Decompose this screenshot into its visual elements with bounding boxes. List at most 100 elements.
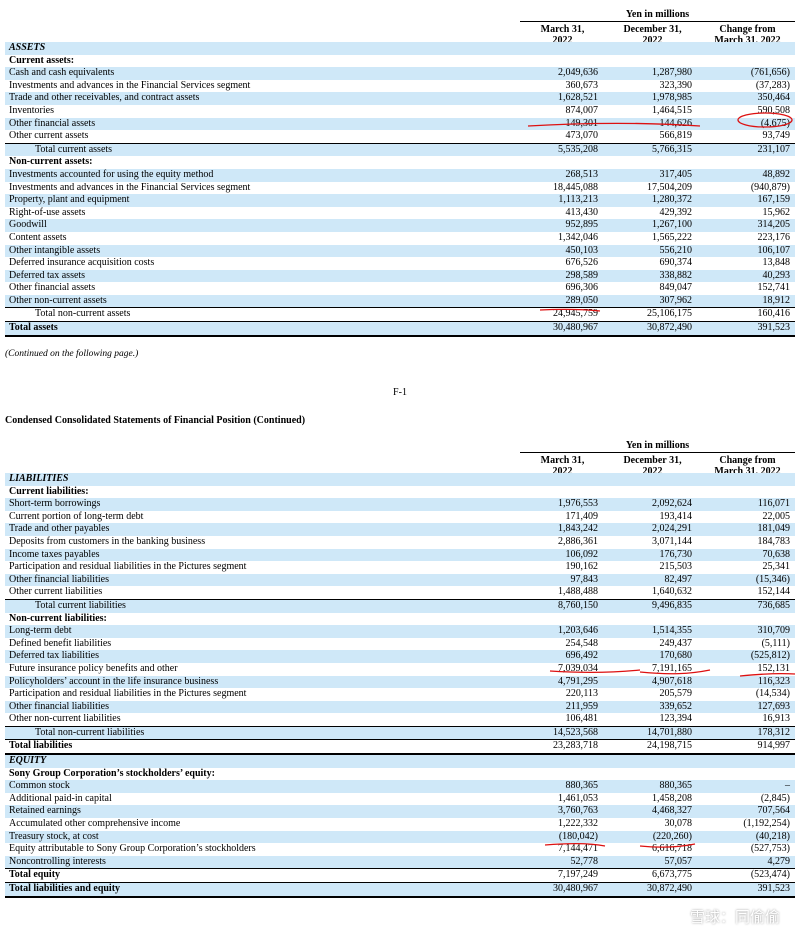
row-label: Cash and cash equivalents xyxy=(9,67,115,79)
yen-label-2: Yen in millions xyxy=(520,440,795,453)
row-label: Goodwill xyxy=(9,219,47,231)
row-label: Current portion of long-term debt xyxy=(9,510,144,522)
table-row: Defined benefit liabilities 254,548 249,43… xyxy=(5,638,795,651)
value-march-2022: 360,673 xyxy=(565,79,599,91)
row-label: Total non-current assets xyxy=(35,308,131,320)
row-label: Property, plant and equipment xyxy=(9,194,130,206)
value-dec-2022: 6,616,718 xyxy=(652,843,692,855)
row-label: Other intangible assets xyxy=(9,244,101,256)
liabilities-table: Yen in millions March 31, 2022 December … xyxy=(5,439,795,898)
row-label: Total current liabilities xyxy=(35,599,126,611)
value-march-2022: 1,628,521 xyxy=(558,92,598,104)
value-change: (40,218) xyxy=(755,830,790,842)
value-march-2022: 30,480,967 xyxy=(553,322,598,334)
table-row: Short-term borrowings 1,976,553 2,092,624 1… xyxy=(5,498,795,511)
value-dec-2022: 144,626 xyxy=(659,117,693,129)
value-dec-2022: 1,458,208 xyxy=(652,792,692,804)
value-change: 70,638 xyxy=(762,548,791,560)
value-march-2022: 696,492 xyxy=(565,650,599,662)
table-row: Total non-current assets 24,945,759 25,106… xyxy=(5,307,795,321)
value-dec-2022: 123,394 xyxy=(659,713,693,725)
liabilities-rows: LIABILITIES Current liabilities: Short-ter… xyxy=(5,473,795,898)
value-march-2022: 874,007 xyxy=(565,104,599,116)
value-dec-2022: 6,673,775 xyxy=(652,869,692,881)
table-row: Investments accounted for using the equi… xyxy=(5,168,795,182)
value-dec-2022: 1,280,372 xyxy=(652,194,692,206)
table-row: Non-current assets: xyxy=(5,156,795,169)
value-dec-2022: 215,503 xyxy=(659,561,693,573)
row-label: Short-term borrowings xyxy=(9,498,101,510)
table-row: Deferred tax assets 298,589 338,882 40,293 xyxy=(5,269,795,283)
value-march-2022: 7,144,471 xyxy=(558,843,598,855)
row-label: Accumulated other comprehensive income xyxy=(9,818,181,830)
value-march-2022: 1,488,488 xyxy=(558,586,598,598)
value-march-2022: 106,481 xyxy=(565,713,599,725)
row-label: Total liabilities xyxy=(9,740,73,752)
value-march-2022: 952,895 xyxy=(565,219,599,231)
row-label: Investments accounted for using the equi… xyxy=(9,168,214,180)
value-dec-2022: 1,267,100 xyxy=(652,219,692,231)
value-march-2022: 14,523,568 xyxy=(553,726,598,738)
row-label: EQUITY xyxy=(9,755,47,767)
row-label: Other financial assets xyxy=(9,282,96,294)
row-label: Trade and other payables xyxy=(9,523,110,535)
row-label: Trade and other receivables, and contrac… xyxy=(9,92,200,104)
value-change: 310,709 xyxy=(757,625,791,637)
value-change: (523,474) xyxy=(750,869,790,881)
value-dec-2022: 1,978,985 xyxy=(652,92,692,104)
value-dec-2022: 1,565,222 xyxy=(652,231,692,243)
table-row: Current assets: xyxy=(5,55,795,68)
value-march-2022: 220,113 xyxy=(565,688,598,700)
table-row: Total assets 30,480,967 30,872,490 391,523 xyxy=(5,321,795,337)
value-change: 106,107 xyxy=(757,244,791,256)
table-row: Participation and residual liabilities i… xyxy=(5,561,795,574)
value-march-2022: 696,306 xyxy=(565,282,599,294)
table-row: Deferred insurance acquisition costs 676,… xyxy=(5,257,795,270)
continued-note: (Continued on the following page.) xyxy=(5,349,139,359)
value-march-2022: 450,103 xyxy=(565,244,599,256)
row-label: Deposits from customers in the banking b… xyxy=(9,535,206,547)
table-row: Other financial liabilities 97,843 82,497 (… xyxy=(5,573,795,587)
table-row: Inventories 874,007 1,464,515 590,508 xyxy=(5,105,795,118)
value-change: 736,685 xyxy=(757,599,791,611)
row-label: Participation and residual liabilities i… xyxy=(9,688,247,700)
row-label: Total liabilities and equity xyxy=(9,883,121,894)
row-label: Noncontrolling interests xyxy=(9,855,106,867)
value-change: 25,341 xyxy=(762,561,791,573)
row-label: Other current assets xyxy=(9,130,89,142)
value-change: (1,192,254) xyxy=(743,818,790,830)
row-label: Other financial assets xyxy=(9,117,96,129)
value-march-2022: 8,760,150 xyxy=(558,599,598,611)
value-march-2022: 2,049,636 xyxy=(558,67,598,79)
assets-rows: ASSETS Current assets: Cash and cash equiv… xyxy=(5,42,795,337)
table-row: Other non-current liabilities 106,481 123,… xyxy=(5,713,795,726)
watermark: 雪球：同偷偷 xyxy=(689,908,780,926)
row-label: Retained earnings xyxy=(9,805,81,817)
value-march-2022: 97,843 xyxy=(570,573,599,585)
value-dec-2022: 1,514,355 xyxy=(652,625,692,637)
value-dec-2022: 193,414 xyxy=(659,510,693,522)
value-march-2022: 1,113,213 xyxy=(558,194,598,206)
value-change: (4,675) xyxy=(760,117,790,129)
row-label: Total assets xyxy=(9,322,58,334)
row-label: Right-of-use assets xyxy=(9,206,86,218)
table-row: Property, plant and equipment 1,113,213 1,… xyxy=(5,194,795,207)
value-dec-2022: 25,106,175 xyxy=(647,308,692,320)
value-march-2022: 24,945,759 xyxy=(553,308,598,320)
value-change: (525,812) xyxy=(750,650,790,662)
value-dec-2022: 1,640,632 xyxy=(652,586,692,598)
assets-table: Yen in millions March 31, 2022 December … xyxy=(5,8,795,337)
table-row: Trade and other payables 1,843,242 2,024,2… xyxy=(5,523,795,536)
row-label: Deferred tax assets xyxy=(9,269,86,281)
table-row: Investments and advances in the Financia… xyxy=(5,182,795,195)
value-dec-2022: 556,210 xyxy=(659,244,693,256)
table-row: Retained earnings 3,760,763 4,468,327 707,5… xyxy=(5,805,795,819)
value-march-2022: 7,197,249 xyxy=(558,869,598,881)
value-dec-2022: 4,468,327 xyxy=(652,805,692,817)
value-change: 152,144 xyxy=(757,586,791,598)
value-dec-2022: 2,092,624 xyxy=(652,498,692,510)
row-label: Current assets: xyxy=(9,54,75,66)
table-row: Right-of-use assets 413,430 429,392 15,962 xyxy=(5,207,795,220)
value-change: – xyxy=(785,780,790,792)
value-march-2022: 18,445,088 xyxy=(553,181,598,193)
